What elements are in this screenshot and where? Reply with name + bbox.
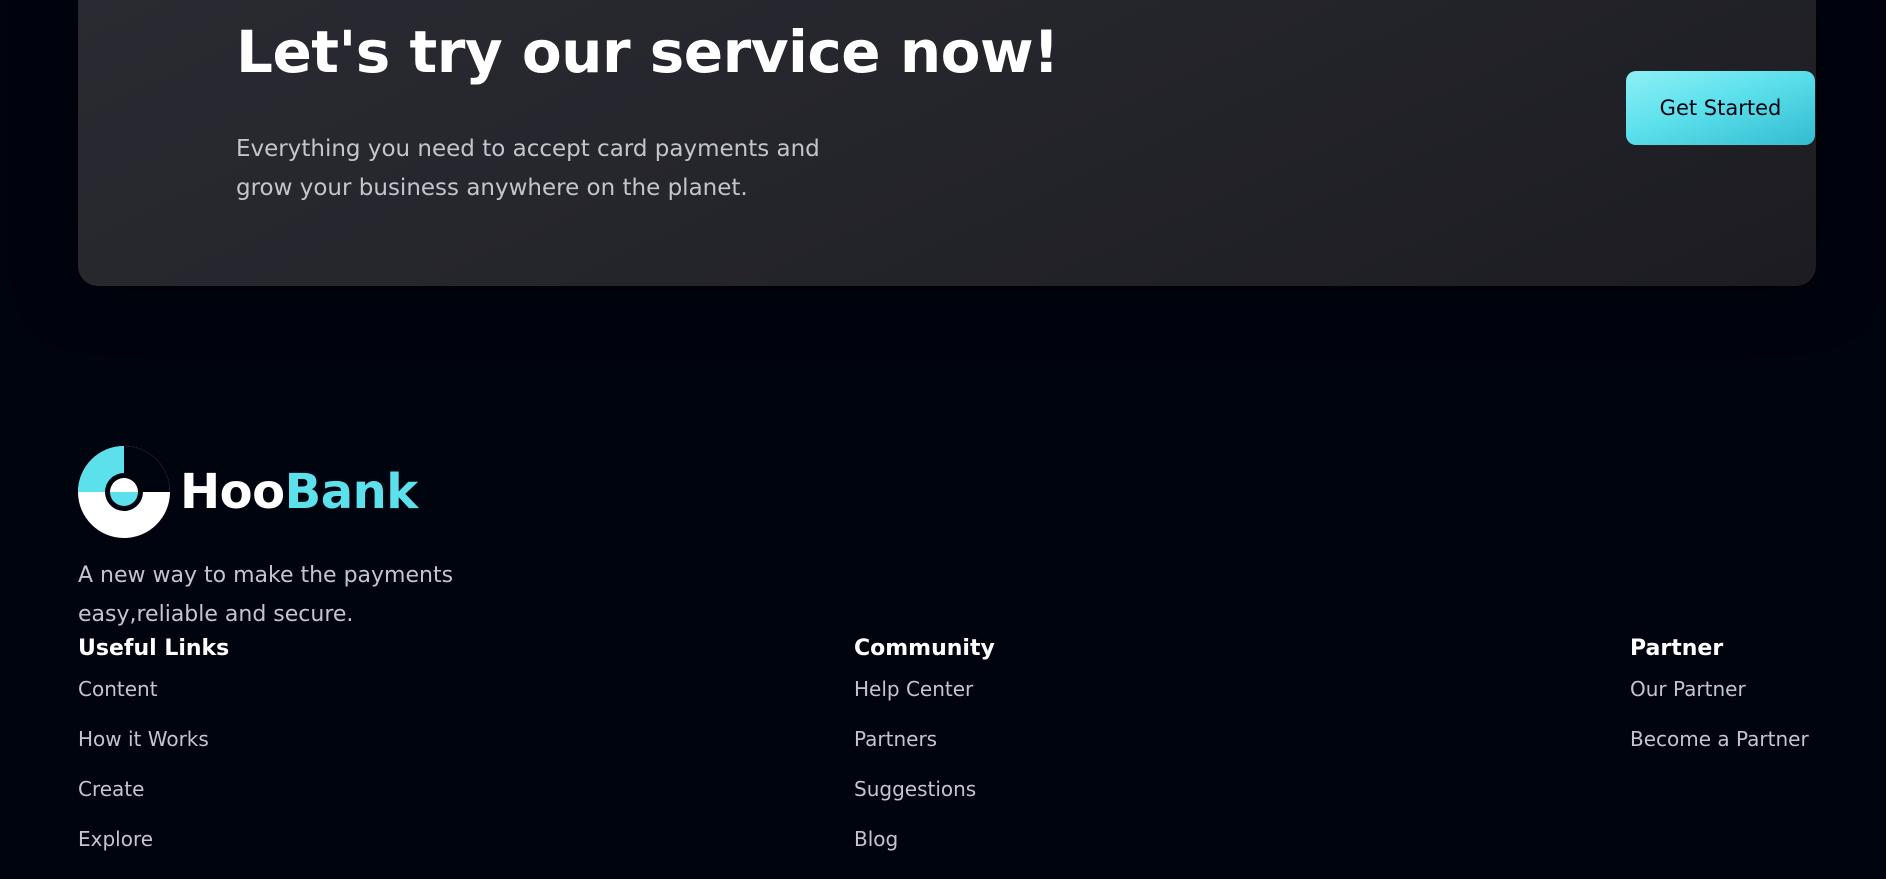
footer-link-partners[interactable]: Partners: [854, 727, 995, 751]
get-started-button[interactable]: Get Started: [1626, 71, 1815, 145]
footer-link-our-partner[interactable]: Our Partner: [1630, 677, 1809, 701]
footer-column-useful-links: Useful Links Content How it Works Create…: [78, 636, 229, 877]
footer-column-title: Partner: [1630, 636, 1724, 661]
footer-column-title: Community: [854, 636, 995, 661]
footer-link-list: Content How it Works Create Explore: [78, 677, 229, 851]
footer-link-create[interactable]: Create: [78, 777, 229, 801]
cta-description: Everything you need to accept card payme…: [236, 136, 820, 201]
footer-link-list: Help Center Partners Suggestions Blog: [854, 677, 995, 851]
footer-column-community: Community Help Center Partners Suggestio…: [854, 636, 995, 877]
footer-link-become-a-partner[interactable]: Become a Partner: [1630, 727, 1809, 751]
page: Let's try our service now! Everything yo…: [0, 0, 1886, 879]
footer-column-partner: Partner Our Partner Become a Partner: [1630, 636, 1809, 777]
brand-name-part1: Hoo: [180, 464, 285, 520]
footer-link-content[interactable]: Content: [78, 677, 229, 701]
footer-link-explore[interactable]: Explore: [78, 827, 229, 851]
brand-name: HooBank: [180, 464, 418, 520]
hoobank-logo-icon: [78, 446, 170, 538]
cta-title: Let's try our service now!: [236, 18, 1060, 86]
brand-tagline: A new way to make the payments easy,reli…: [78, 563, 454, 627]
footer-link-list: Our Partner Become a Partner: [1630, 677, 1809, 751]
footer-link-how-it-works[interactable]: How it Works: [78, 727, 229, 751]
footer-link-help-center[interactable]: Help Center: [854, 677, 995, 701]
footer-link-blog[interactable]: Blog: [854, 827, 995, 851]
cta-banner: Let's try our service now! Everything yo…: [78, 0, 1816, 286]
brand-name-part2: Bank: [284, 464, 419, 520]
footer-column-title: Useful Links: [78, 636, 230, 661]
footer-link-suggestions[interactable]: Suggestions: [854, 777, 995, 801]
brand-logo[interactable]: HooBank: [78, 446, 418, 538]
